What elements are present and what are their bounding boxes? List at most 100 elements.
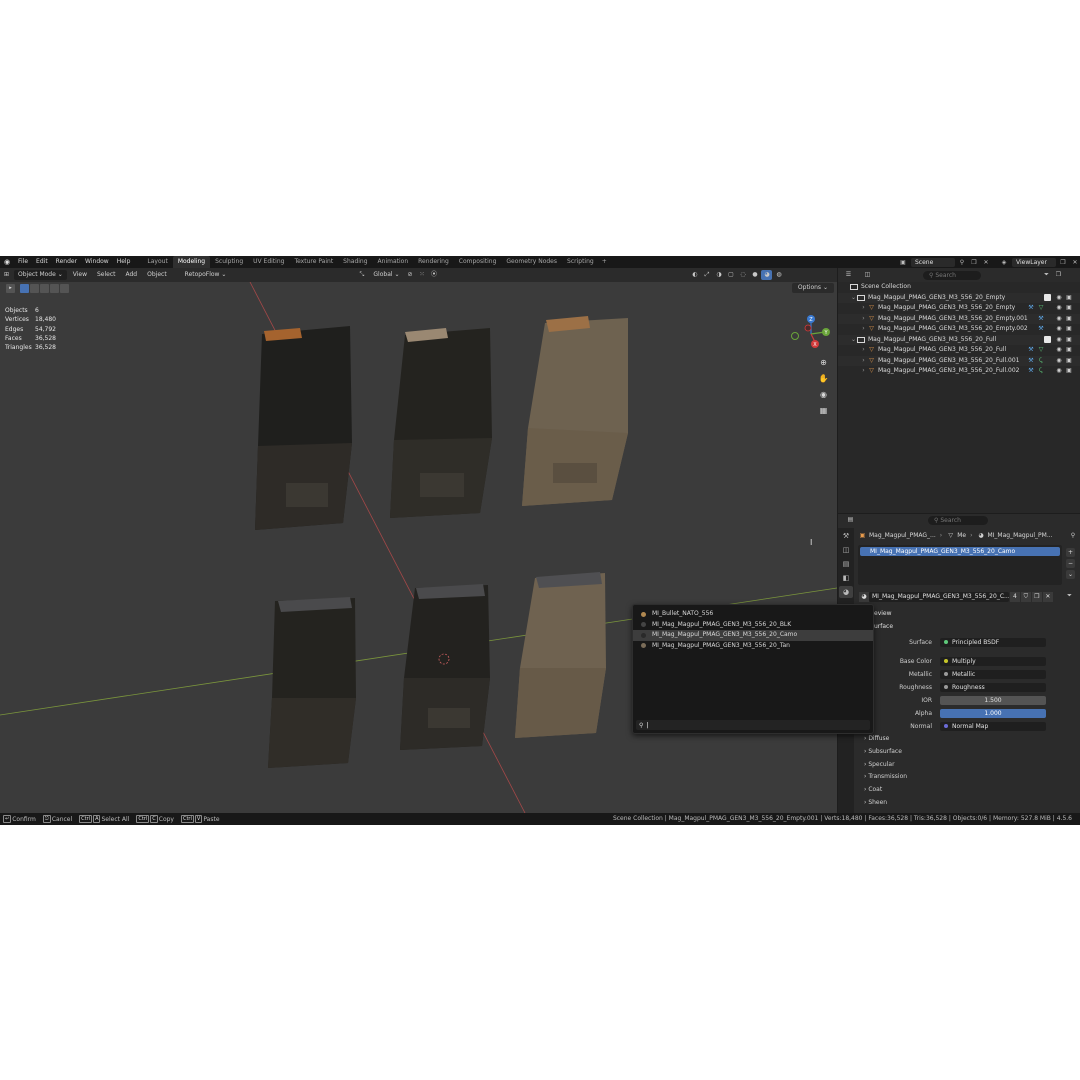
perspective-grid-icon[interactable]: ▦	[817, 404, 830, 417]
tab-sculpting[interactable]: Sculpting	[210, 256, 248, 268]
visibility-icon[interactable]: ◐	[689, 270, 700, 280]
alpha-slider[interactable]: 1.000	[940, 708, 1046, 718]
select-intersect-icon[interactable]	[60, 284, 69, 293]
outliner-row-collection-full[interactable]: ⌄ Mag_Magpul_PMAG_GEN3_M3_556_20_Full ◉ ▣	[838, 334, 1080, 346]
editor-type-icon[interactable]: ⊞	[1, 270, 12, 280]
subpanel-transmission[interactable]: › Transmission	[864, 773, 907, 780]
outliner-row-object[interactable]: › ▽ Mag_Magpul_PMAG_GEN3_M3_556_20_Empty…	[838, 303, 1080, 314]
exclude-checkbox[interactable]	[1044, 336, 1051, 344]
material-user-count[interactable]: 4	[1010, 592, 1020, 602]
remove-slot-button[interactable]: −	[1066, 559, 1075, 568]
eye-icon[interactable]: ◉	[1054, 314, 1064, 325]
xray-toggle-icon[interactable]: ▢	[725, 270, 736, 280]
outliner-row-object[interactable]: › ▽ Mag_Magpul_PMAG_GEN3_M3_556_20_Empty…	[838, 313, 1080, 325]
camera-icon[interactable]: ▣	[1064, 303, 1074, 314]
surface-shader-field[interactable]: Principled BSDF	[940, 637, 1046, 647]
popup-search-input[interactable]: ⚲ |	[636, 720, 870, 730]
select-menu[interactable]: Select	[93, 270, 120, 280]
shading-wireframe-icon[interactable]: ◌	[737, 270, 748, 280]
tab-layout[interactable]: Layout	[142, 256, 172, 268]
view-layer-tab-icon[interactable]: ◧	[839, 572, 853, 584]
tab-animation[interactable]: Animation	[373, 256, 414, 268]
modifier-wrench-icon[interactable]: ⚒	[1026, 303, 1036, 314]
new-collection-icon[interactable]: ❒	[1053, 270, 1064, 280]
menu-render[interactable]: Render	[52, 256, 81, 268]
chevron-right-icon[interactable]: ›	[860, 366, 867, 377]
chevron-right-icon[interactable]: ›	[860, 324, 867, 335]
duplicate-material-icon[interactable]: ❐	[1031, 592, 1042, 602]
chevron-right-icon[interactable]: ›	[860, 345, 867, 356]
outliner-editor-icon[interactable]: ☰	[843, 270, 854, 280]
properties-search-input[interactable]: ⚲ Search	[928, 515, 988, 525]
tab-modeling[interactable]: Modeling	[172, 256, 211, 268]
copy-scene-icon[interactable]: ❐	[969, 258, 979, 267]
proportional-edit-icon[interactable]: ⦿	[428, 270, 439, 280]
object-menu[interactable]: Object	[143, 270, 171, 280]
menu-window[interactable]: Window	[81, 256, 113, 268]
modifier-wrench-icon[interactable]: ⚒	[1036, 324, 1046, 335]
tab-geometry-nodes[interactable]: Geometry Nodes	[501, 256, 562, 268]
camera-icon[interactable]: ▣	[1064, 335, 1074, 346]
material-name-field[interactable]: MI_Mag_Magpul_PMAG_GEN3_M3_556_20_C...	[869, 592, 1009, 602]
modifier-wrench-icon[interactable]: ⚒	[1026, 366, 1036, 377]
filter-icon[interactable]: ⏷	[1041, 270, 1052, 280]
tab-shading[interactable]: Shading	[338, 256, 372, 268]
output-tab-icon[interactable]: ▤	[839, 558, 853, 570]
display-mode-icon[interactable]: ◫	[862, 270, 873, 280]
shading-material-icon[interactable]: ◕	[761, 270, 773, 280]
unlink-material-icon[interactable]: ✕	[1042, 592, 1053, 602]
camera-icon[interactable]: ▣	[1064, 356, 1074, 367]
modifier-wrench-icon[interactable]: ⚒	[1026, 345, 1036, 356]
tab-scripting[interactable]: Scripting	[562, 256, 599, 268]
orientation-dropdown[interactable]: Global ⌄	[369, 270, 403, 280]
filter-icon[interactable]: ⏷	[1064, 591, 1075, 601]
view-layer-selector[interactable]: ViewLayer	[1012, 257, 1056, 267]
outliner-row-collection-empty[interactable]: ⌄ Mag_Magpul_PMAG_GEN3_M3_556_20_Empty ◉…	[838, 292, 1080, 304]
outliner-row-object[interactable]: › ▽ Mag_Magpul_PMAG_GEN3_M3_556_20_Empty…	[838, 324, 1080, 335]
scene-selector[interactable]: Scene	[911, 257, 955, 267]
gizmo-toggle-icon[interactable]: ⤢	[701, 270, 712, 280]
chevron-down-icon[interactable]: ⌄	[850, 293, 857, 304]
subpanel-sheen[interactable]: › Sheen	[864, 799, 887, 806]
tool-tab-icon[interactable]: ⚒	[839, 530, 853, 542]
camera-icon[interactable]: ▣	[1064, 314, 1074, 325]
tab-uv-editing[interactable]: UV Editing	[248, 256, 289, 268]
chevron-right-icon[interactable]: ›	[860, 303, 867, 314]
camera-view-icon[interactable]: ◉	[817, 388, 830, 401]
zoom-icon[interactable]: ⊕	[817, 356, 830, 369]
chevron-down-icon[interactable]: ⌄	[850, 335, 857, 346]
options-button[interactable]: Options ⌄	[791, 283, 834, 293]
mesh-data-icon[interactable]: ▽	[1036, 303, 1046, 314]
navigation-gizmo[interactable]: Z Y X	[785, 308, 837, 360]
pin-icon[interactable]: ⚲	[1068, 532, 1078, 539]
camera-icon[interactable]: ▣	[1064, 324, 1074, 335]
modifier-wrench-icon[interactable]: ⚒	[1036, 314, 1046, 325]
eye-icon[interactable]: ◉	[1054, 335, 1064, 346]
render-tab-icon[interactable]: ◫	[839, 544, 853, 556]
subpanel-diffuse[interactable]: › Diffuse	[864, 735, 889, 742]
pin-icon[interactable]: ⚲	[957, 258, 967, 267]
camera-icon[interactable]: ▣	[1064, 366, 1074, 377]
eye-icon[interactable]: ◉	[1054, 293, 1064, 304]
tab-texture-paint[interactable]: Texture Paint	[289, 256, 338, 268]
popup-item-camo[interactable]: MI_Mag_Magpul_PMAG_GEN3_M3_556_20_Camo	[633, 630, 873, 641]
remove-scene-icon[interactable]: ✕	[981, 258, 991, 267]
mesh-data-icon[interactable]: ▽	[1036, 345, 1046, 356]
select-new-icon[interactable]	[20, 284, 29, 293]
eye-icon[interactable]: ◉	[1054, 366, 1064, 377]
fake-user-shield-icon[interactable]: ⛉	[1020, 592, 1031, 602]
metallic-field[interactable]: Metallic	[940, 669, 1046, 679]
chevron-right-icon[interactable]: ›	[860, 314, 867, 325]
subpanel-subsurface[interactable]: › Subsurface	[864, 748, 902, 755]
subpanel-specular[interactable]: › Specular	[864, 761, 895, 768]
outliner-row-object[interactable]: › ▽ Mag_Magpul_PMAG_GEN3_M3_556_20_Full.…	[838, 355, 1080, 367]
outliner-row-object[interactable]: › ▽ Mag_Magpul_PMAG_GEN3_M3_556_20_Full.…	[838, 366, 1080, 377]
properties-editor-icon[interactable]: ▤	[845, 515, 856, 525]
outliner-search-input[interactable]: ⚲ Search	[923, 270, 981, 280]
subpanel-coat[interactable]: › Coat	[864, 786, 882, 793]
tab-compositing[interactable]: Compositing	[454, 256, 502, 268]
select-subtract-icon[interactable]	[40, 284, 49, 293]
eye-icon[interactable]: ◉	[1054, 356, 1064, 367]
snap-icon[interactable]: ⁙	[416, 270, 427, 280]
add-menu[interactable]: Add	[122, 270, 142, 280]
